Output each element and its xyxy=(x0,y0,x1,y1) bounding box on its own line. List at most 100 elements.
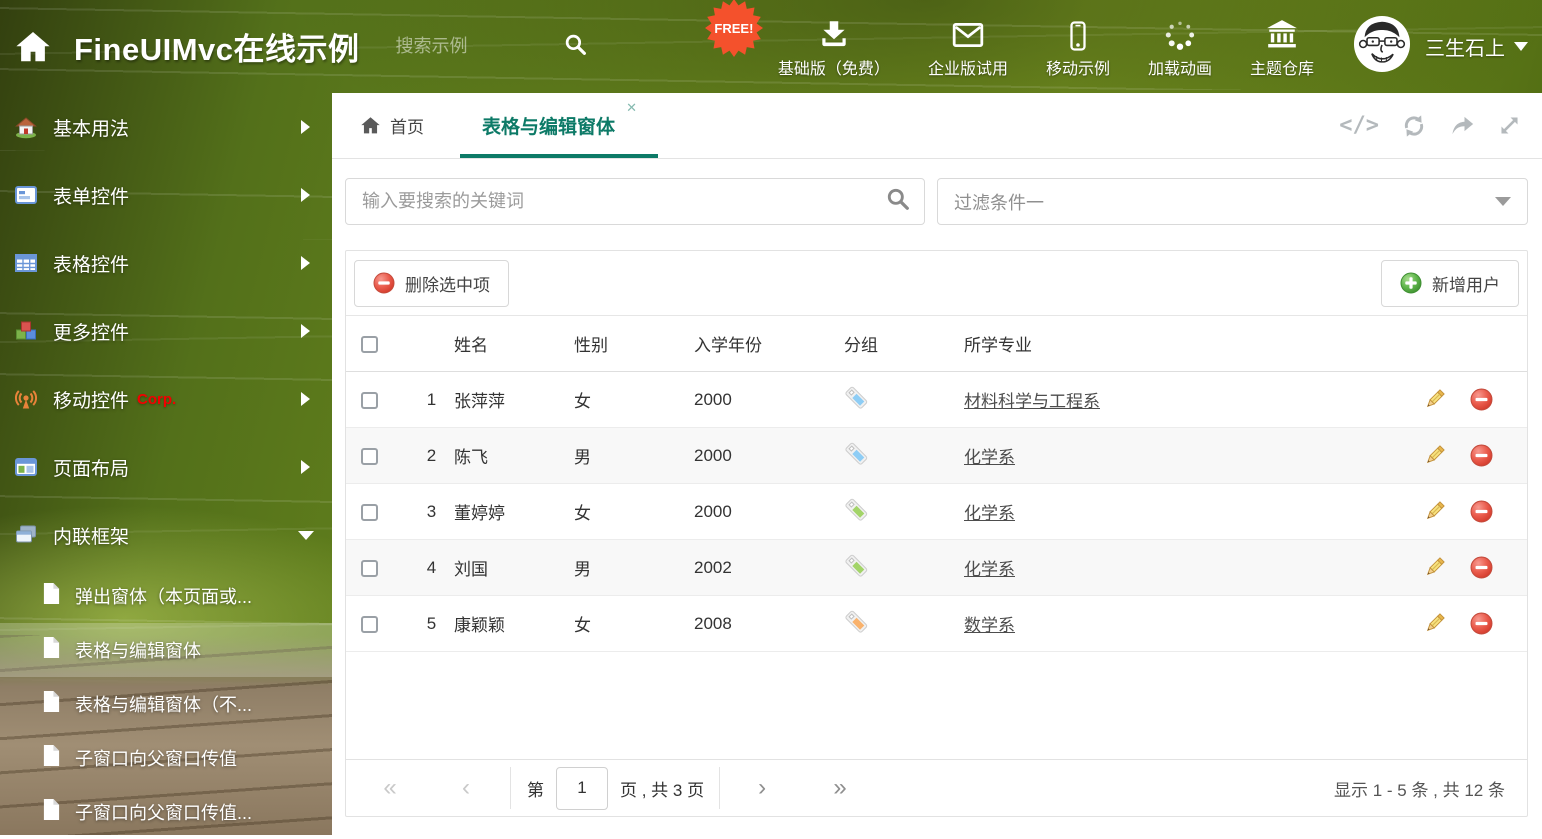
cell-group xyxy=(844,553,964,583)
row-number: 2 xyxy=(409,446,454,466)
sidebar-item-iframe[interactable]: 内联框架 xyxy=(0,501,332,569)
first-page-button[interactable]: « xyxy=(368,776,412,800)
close-icon[interactable]: ✕ xyxy=(626,100,637,116)
tag-icon xyxy=(844,385,869,410)
cell-major: 化学系 xyxy=(964,555,1407,580)
row-checkbox[interactable] xyxy=(361,392,378,409)
nav-item-loading-animation[interactable]: 加载动画 xyxy=(1148,14,1212,79)
tab-active-label: 表格与编辑窗体 xyxy=(482,117,615,138)
nav-item-label: 企业版试用 xyxy=(928,55,1008,79)
nav-item-theme-store[interactable]: 主题仓库 xyxy=(1250,14,1314,79)
chevron-right-icon xyxy=(301,324,310,338)
sidebar-subitem-grid-edit-window[interactable]: 表格与编辑窗体 xyxy=(0,623,332,677)
expand-icon[interactable] xyxy=(1497,113,1522,138)
page-suffix: 页 , 共 3 页 xyxy=(620,776,704,801)
sidebar-item-grid-controls[interactable]: 表格控件 xyxy=(0,229,332,297)
delete-row-icon[interactable] xyxy=(1470,612,1493,635)
sidebar-item-more-controls[interactable]: 更多控件 xyxy=(0,297,332,365)
avatar xyxy=(1353,15,1411,78)
cell-major: 化学系 xyxy=(964,499,1407,524)
search-icon[interactable] xyxy=(886,187,910,216)
filter-dropdown[interactable]: 过滤条件一 xyxy=(937,178,1528,225)
delete-row-icon[interactable] xyxy=(1470,444,1493,467)
major-link[interactable]: 化学系 xyxy=(964,448,1015,467)
major-link[interactable]: 数学系 xyxy=(964,616,1015,635)
add-user-button[interactable]: 新增用户 xyxy=(1381,260,1519,307)
nav-item-basic-edition[interactable]: FREE! 基础版（免费） xyxy=(778,14,890,79)
cell-major: 数学系 xyxy=(964,611,1407,636)
cell-gender: 女 xyxy=(574,611,694,636)
edit-pencil-icon[interactable] xyxy=(1423,388,1446,411)
keyword-search-box xyxy=(345,178,925,225)
cell-name: 刘国 xyxy=(454,555,574,580)
share-icon[interactable] xyxy=(1449,113,1475,139)
delete-selected-button[interactable]: 删除选中项 xyxy=(354,260,509,307)
divider xyxy=(510,767,511,809)
row-checkbox[interactable] xyxy=(361,616,378,633)
row-checkbox[interactable] xyxy=(361,448,378,465)
users-grid-panel: 删除选中项 新增用户 姓名 性别 入学年份 分组 所学专业 1 张萍萍 xyxy=(345,250,1528,817)
row-checkbox[interactable] xyxy=(361,504,378,521)
select-all-checkbox[interactable] xyxy=(361,336,378,353)
major-link[interactable]: 材料科学与工程系 xyxy=(964,392,1100,411)
col-year: 入学年份 xyxy=(694,331,844,356)
username: 三生石上 xyxy=(1425,32,1505,61)
edit-pencil-icon[interactable] xyxy=(1423,444,1446,467)
user-menu[interactable]: 三生石上 xyxy=(1353,15,1528,78)
refresh-icon[interactable] xyxy=(1401,113,1427,139)
tag-icon xyxy=(844,497,869,522)
cell-year: 2002 xyxy=(694,558,844,578)
search-icon[interactable] xyxy=(564,33,587,61)
delete-row-icon[interactable] xyxy=(1470,500,1493,523)
chevron-right-icon xyxy=(301,392,310,406)
sidebar-subitem-label: 表格与编辑窗体 xyxy=(75,637,201,663)
sidebar-subitem-grid-edit-window-2[interactable]: 表格与编辑窗体（不... xyxy=(0,677,332,731)
major-link[interactable]: 化学系 xyxy=(964,560,1015,579)
sidebar-item-basic-usage[interactable]: 基本用法 xyxy=(0,93,332,161)
sidebar-item-page-layout[interactable]: 页面布局 xyxy=(0,433,332,501)
last-page-button[interactable]: » xyxy=(818,776,862,800)
cell-major: 化学系 xyxy=(964,443,1407,468)
nav-item-mobile-demo[interactable]: 移动示例 xyxy=(1046,14,1110,79)
table-header: 姓名 性别 入学年份 分组 所学专业 xyxy=(346,316,1527,372)
delete-row-icon[interactable] xyxy=(1470,388,1493,411)
row-checkbox[interactable] xyxy=(361,560,378,577)
sidebar-item-mobile-controls[interactable]: 移动控件 Corp. xyxy=(0,365,332,433)
app-header: FineUIMvc在线示例 FREE! 基础版（免费） 企业版试用 xyxy=(0,0,1542,93)
header-search-input[interactable] xyxy=(394,35,554,58)
home-tab-icon xyxy=(360,115,381,136)
prev-page-button[interactable]: ‹ xyxy=(444,776,488,800)
code-icon[interactable]: </> xyxy=(1339,113,1379,138)
sidebar-subitem-child-to-parent[interactable]: 子窗口向父窗口传值 xyxy=(0,731,332,785)
major-link[interactable]: 化学系 xyxy=(964,504,1015,523)
home-icon[interactable] xyxy=(14,28,52,66)
nav-item-enterprise-trial[interactable]: 企业版试用 xyxy=(928,14,1008,79)
page-content: 过滤条件一 删除选中项 新增用户 姓名 性别 入学年份 xyxy=(332,159,1542,835)
header-search xyxy=(394,33,587,61)
active-tab-underline xyxy=(460,154,658,158)
edit-pencil-icon[interactable] xyxy=(1423,500,1446,523)
sidebar-item-label: 更多控件 xyxy=(53,318,129,345)
next-page-button[interactable]: › xyxy=(740,776,784,800)
tab-home-label: 首页 xyxy=(390,113,424,138)
cell-actions xyxy=(1407,388,1527,411)
cell-actions xyxy=(1407,556,1527,579)
page-number-input[interactable] xyxy=(556,767,608,810)
cell-group xyxy=(844,609,964,639)
sidebar-subitem-child-to-parent-2[interactable]: 子窗口向父窗口传值... xyxy=(0,785,332,839)
keyword-search-input[interactable] xyxy=(360,190,886,213)
sidebar-item-form-controls[interactable]: 表单控件 xyxy=(0,161,332,229)
sidebar-subitem-popup-window[interactable]: 弹出窗体（本页面或... xyxy=(0,569,332,623)
cell-name: 张萍萍 xyxy=(454,387,574,412)
sidebar-item-label: 表格控件 xyxy=(53,250,129,277)
tab-home[interactable]: 首页 xyxy=(360,113,424,138)
frames-icon xyxy=(13,523,39,547)
cell-gender: 男 xyxy=(574,443,694,468)
tab-grid-edit-window[interactable]: 表格与编辑窗体 ✕ xyxy=(482,112,615,139)
delete-row-icon[interactable] xyxy=(1470,556,1493,579)
main-panel: 首页 表格与编辑窗体 ✕ </> xyxy=(332,93,1542,835)
edit-pencil-icon[interactable] xyxy=(1423,556,1446,579)
edit-pencil-icon[interactable] xyxy=(1423,612,1446,635)
table-row: 2 陈飞 男 2000 化学系 xyxy=(346,428,1527,484)
col-group: 分组 xyxy=(844,331,964,356)
